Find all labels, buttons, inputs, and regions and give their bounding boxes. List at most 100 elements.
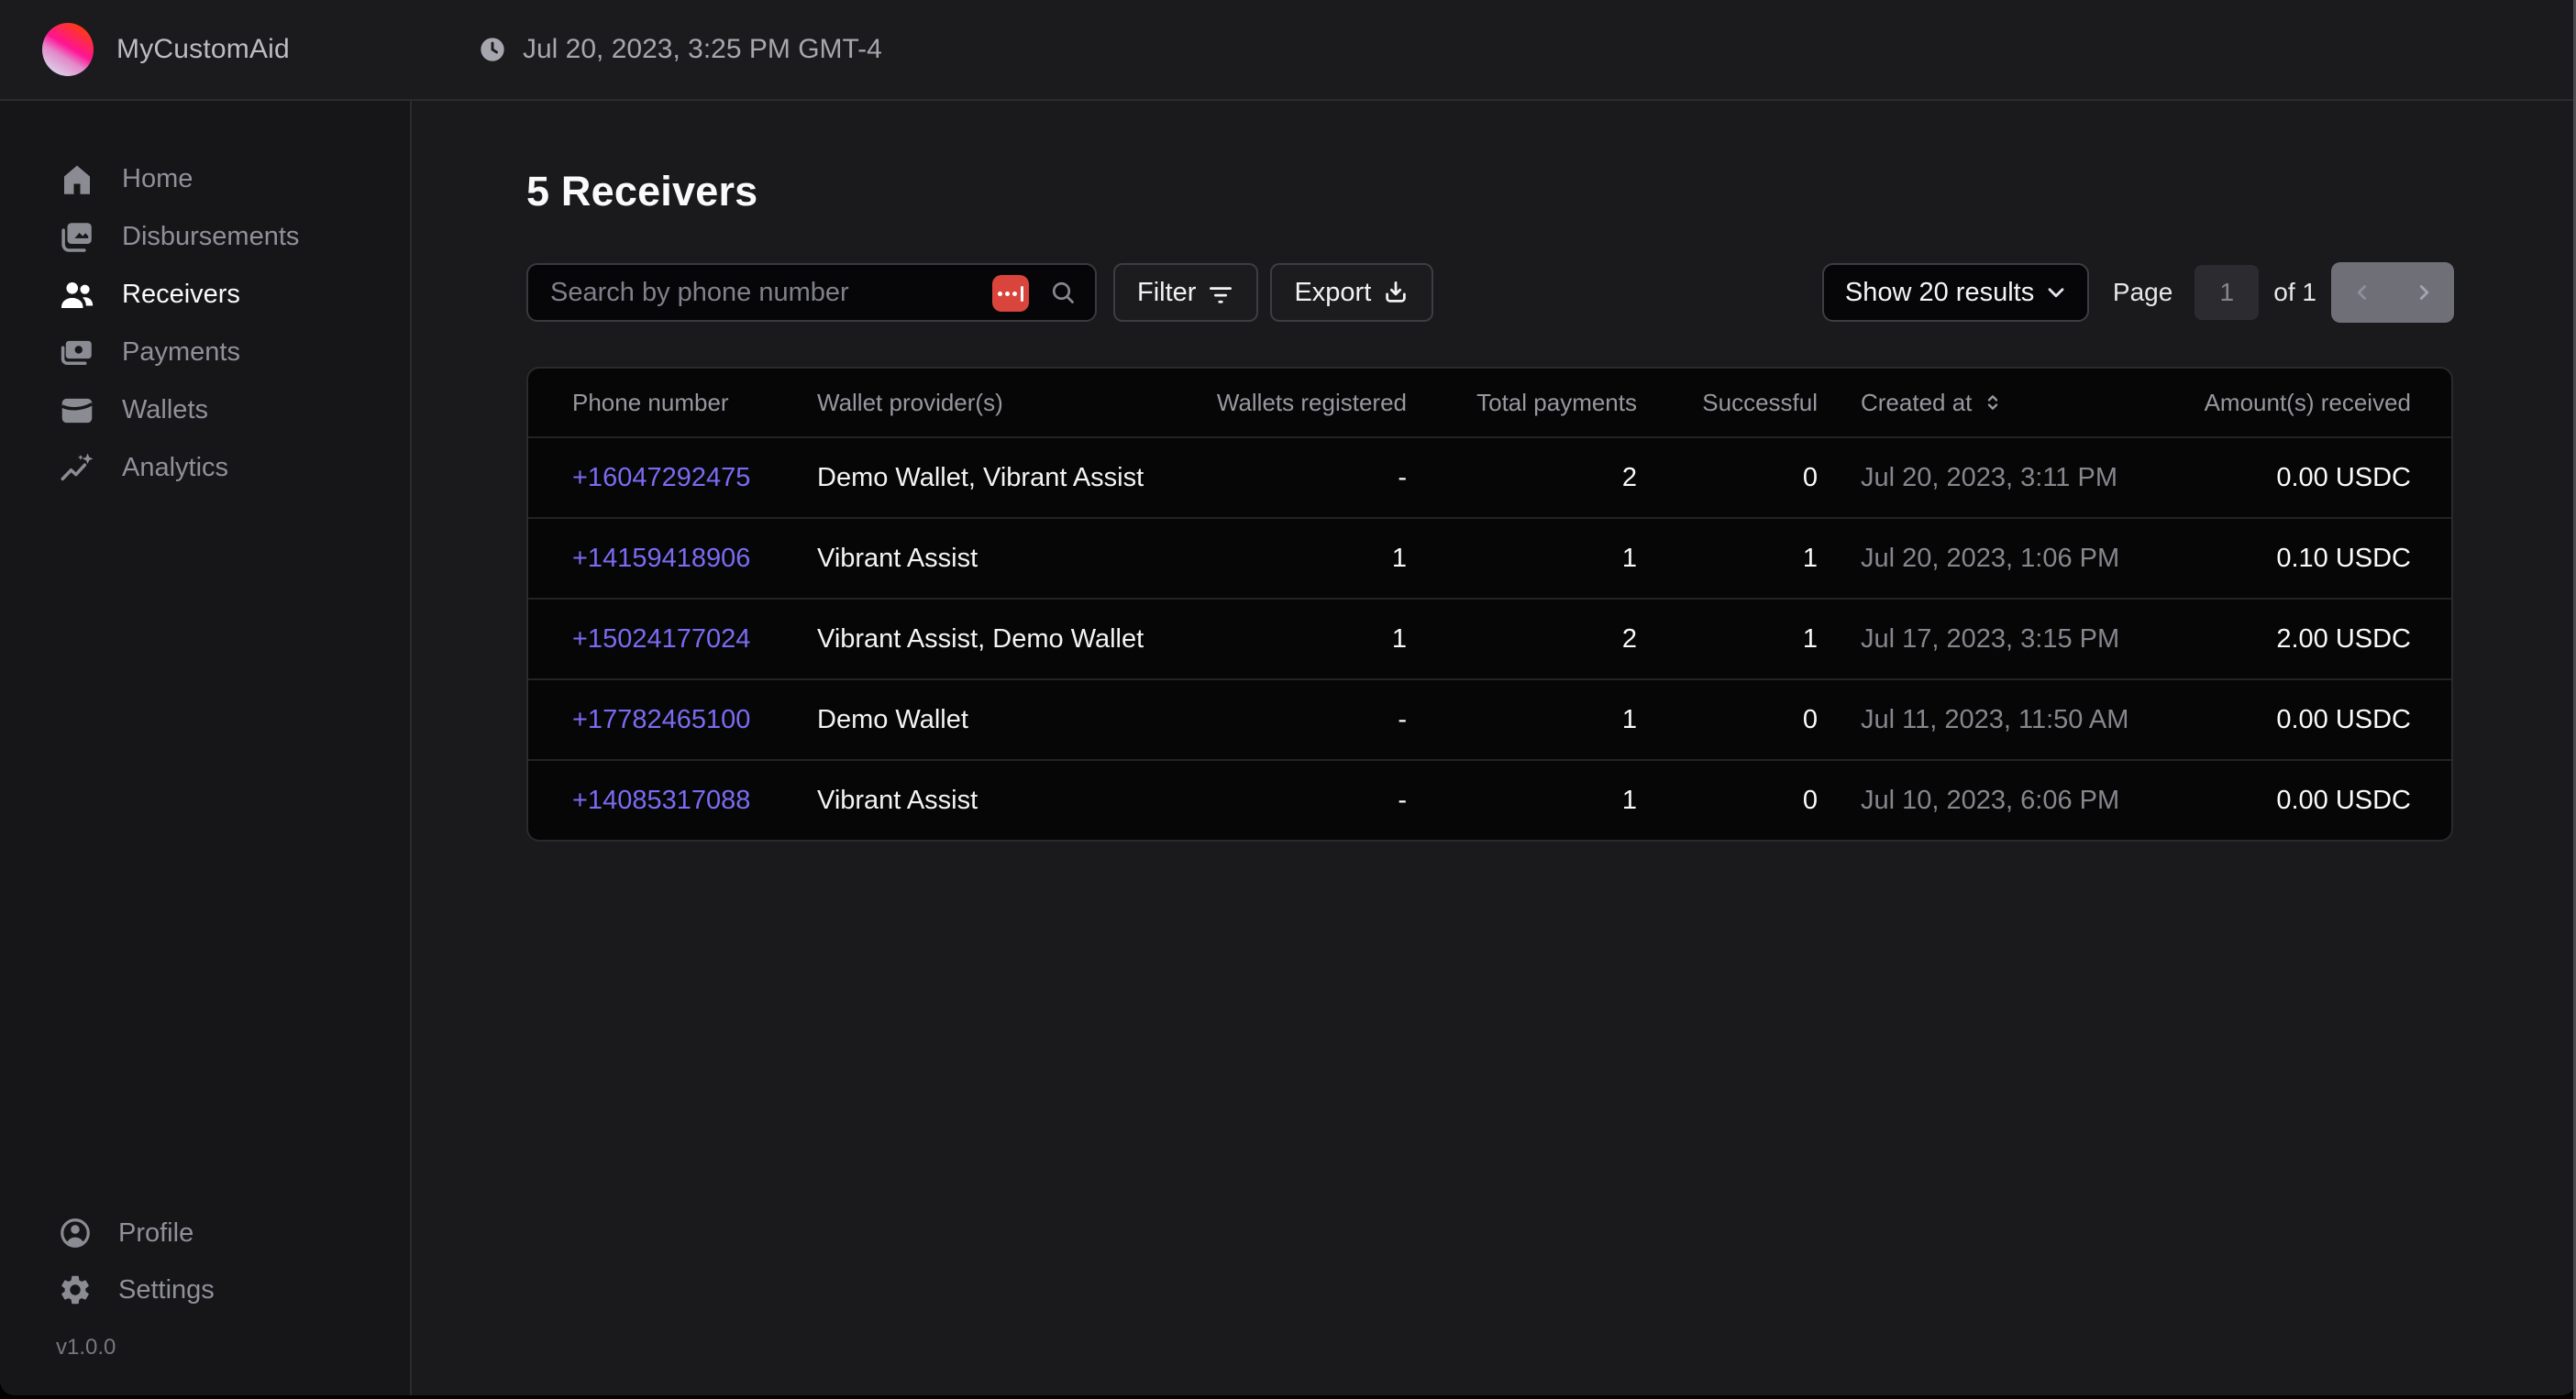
payments-icon: [58, 334, 96, 372]
sidebar-bottom: Profile Settings v1.0.0: [0, 1205, 410, 1395]
brand-wrap: MyCustomAid: [0, 23, 412, 76]
header-successful: Successful: [1637, 389, 1818, 417]
export-button[interactable]: Export: [1270, 263, 1433, 322]
previous-page-button[interactable]: [2331, 262, 2393, 323]
disbursements-icon: [58, 218, 96, 257]
chevron-right-icon: [2412, 281, 2436, 304]
table-row[interactable]: +17782465100 Demo Wallet - 1 0 Jul 11, 2…: [528, 678, 2451, 759]
lastpass-icon[interactable]: [992, 275, 1029, 312]
wallets-registered-cell: -: [1162, 705, 1407, 735]
created-at-cell: Jul 20, 2023, 1:06 PM: [1818, 544, 2136, 574]
table-row[interactable]: +14085317088 Vibrant Assist - 1 0 Jul 10…: [528, 759, 2451, 840]
show-results-label: Show 20 results: [1845, 278, 2034, 308]
amount-received-cell: 2.00 USDC: [2136, 624, 2411, 655]
table-row[interactable]: +16047292475 Demo Wallet, Vibrant Assist…: [528, 436, 2451, 517]
header-phone-number: Phone number: [572, 389, 817, 417]
app-logo: [42, 23, 94, 76]
brand-name: MyCustomAid: [116, 34, 290, 65]
filter-icon: [1207, 279, 1234, 306]
analytics-icon: [58, 449, 96, 488]
wallets-registered-cell: 1: [1162, 624, 1407, 655]
wallet-providers-cell: Demo Wallet: [817, 705, 1162, 735]
datetime-text: Jul 20, 2023, 3:25 PM GMT-4: [523, 34, 882, 65]
header-wallet-providers: Wallet provider(s): [817, 389, 1162, 417]
header-wallets-registered: Wallets registered: [1162, 389, 1407, 417]
successful-cell: 0: [1637, 786, 1818, 816]
amount-received-cell: 0.00 USDC: [2136, 705, 2411, 735]
pagination-controls: Show 20 results Page of 1: [1822, 262, 2454, 323]
table-row[interactable]: +15024177024 Vibrant Assist, Demo Wallet…: [528, 598, 2451, 678]
header-total-payments: Total payments: [1407, 389, 1637, 417]
sidebar-nav: Home Disbursements Receivers Payments Wa…: [0, 150, 410, 497]
phone-number-link[interactable]: +15024177024: [572, 624, 817, 655]
next-page-button[interactable]: [2393, 262, 2454, 323]
download-icon: [1382, 279, 1410, 306]
settings-icon: [58, 1272, 93, 1307]
export-button-label: Export: [1294, 278, 1371, 308]
table-header-row: Phone number Wallet provider(s) Wallets …: [528, 369, 2451, 436]
header-created-at: Created at: [1818, 389, 2136, 417]
total-payments-cell: 1: [1407, 786, 1637, 816]
sidebar-item-receivers[interactable]: Receivers: [0, 266, 410, 324]
phone-number-link[interactable]: +14085317088: [572, 786, 817, 816]
sort-icon[interactable]: [1981, 391, 2005, 414]
page-count-label: of 1: [2273, 278, 2316, 307]
receivers-table: Phone number Wallet provider(s) Wallets …: [526, 367, 2453, 842]
sidebar: Home Disbursements Receivers Payments Wa…: [0, 101, 412, 1395]
sidebar-footer-nav: Profile Settings: [0, 1205, 410, 1318]
phone-number-link[interactable]: +14159418906: [572, 544, 817, 574]
chevron-down-icon: [2043, 280, 2069, 305]
wallets-registered-cell: 1: [1162, 544, 1407, 574]
sidebar-item-profile[interactable]: Profile: [0, 1205, 410, 1261]
table-body: +16047292475 Demo Wallet, Vibrant Assist…: [528, 436, 2451, 840]
wallets-registered-cell: -: [1162, 786, 1407, 816]
created-at-cell: Jul 10, 2023, 6:06 PM: [1818, 786, 2136, 816]
app-version: v1.0.0: [0, 1318, 410, 1360]
wallets-icon: [58, 391, 96, 430]
filter-button-label: Filter: [1137, 278, 1196, 308]
created-at-cell: Jul 17, 2023, 3:15 PM: [1818, 624, 2136, 655]
sidebar-item-settings[interactable]: Settings: [0, 1261, 410, 1318]
page-number-input[interactable]: [2195, 265, 2259, 320]
phone-number-link[interactable]: +16047292475: [572, 463, 817, 493]
pager: [2331, 262, 2454, 323]
topbar: MyCustomAid Jul 20, 2023, 3:25 PM GMT-4: [0, 0, 2576, 101]
controls-row: Filter Export Show 20 results Page of 1: [526, 262, 2454, 323]
successful-cell: 1: [1637, 544, 1818, 574]
sidebar-item-payments[interactable]: Payments: [0, 324, 410, 381]
total-payments-cell: 1: [1407, 705, 1637, 735]
total-payments-cell: 2: [1407, 463, 1637, 493]
receivers-icon: [58, 276, 96, 314]
wallet-providers-cell: Vibrant Assist: [817, 544, 1162, 574]
sidebar-item-home[interactable]: Home: [0, 150, 410, 208]
page-label: Page: [2113, 278, 2172, 307]
sidebar-item-analytics[interactable]: Analytics: [0, 439, 410, 497]
app-window: MyCustomAid Jul 20, 2023, 3:25 PM GMT-4 …: [0, 0, 2576, 1395]
created-at-cell: Jul 11, 2023, 11:50 AM: [1818, 705, 2136, 735]
wallet-providers-cell: Vibrant Assist, Demo Wallet: [817, 624, 1162, 655]
filter-button[interactable]: Filter: [1113, 263, 1258, 322]
header-amounts-received: Amount(s) received: [2136, 389, 2411, 417]
wallet-providers-cell: Vibrant Assist: [817, 786, 1162, 816]
successful-cell: 0: [1637, 463, 1818, 493]
total-payments-cell: 1: [1407, 544, 1637, 574]
sidebar-item-wallets[interactable]: Wallets: [0, 381, 410, 439]
amount-received-cell: 0.00 USDC: [2136, 463, 2411, 493]
home-icon: [58, 160, 96, 199]
amount-received-cell: 0.10 USDC: [2136, 544, 2411, 574]
table-row[interactable]: +14159418906 Vibrant Assist 1 1 1 Jul 20…: [528, 517, 2451, 598]
page-title: 5 Receivers: [526, 167, 2454, 216]
show-results-select[interactable]: Show 20 results: [1822, 263, 2089, 322]
phone-number-link[interactable]: +17782465100: [572, 705, 817, 735]
clock-icon: [478, 35, 507, 64]
wallet-providers-cell: Demo Wallet, Vibrant Assist: [817, 463, 1162, 493]
total-payments-cell: 2: [1407, 624, 1637, 655]
profile-icon: [58, 1216, 93, 1250]
amount-received-cell: 0.00 USDC: [2136, 786, 2411, 816]
search-icon: [1049, 279, 1077, 306]
sidebar-item-disbursements[interactable]: Disbursements: [0, 208, 410, 266]
search-box: [526, 263, 1097, 322]
successful-cell: 0: [1637, 705, 1818, 735]
chevron-left-icon: [2350, 281, 2374, 304]
topbar-datetime: Jul 20, 2023, 3:25 PM GMT-4: [478, 34, 882, 65]
